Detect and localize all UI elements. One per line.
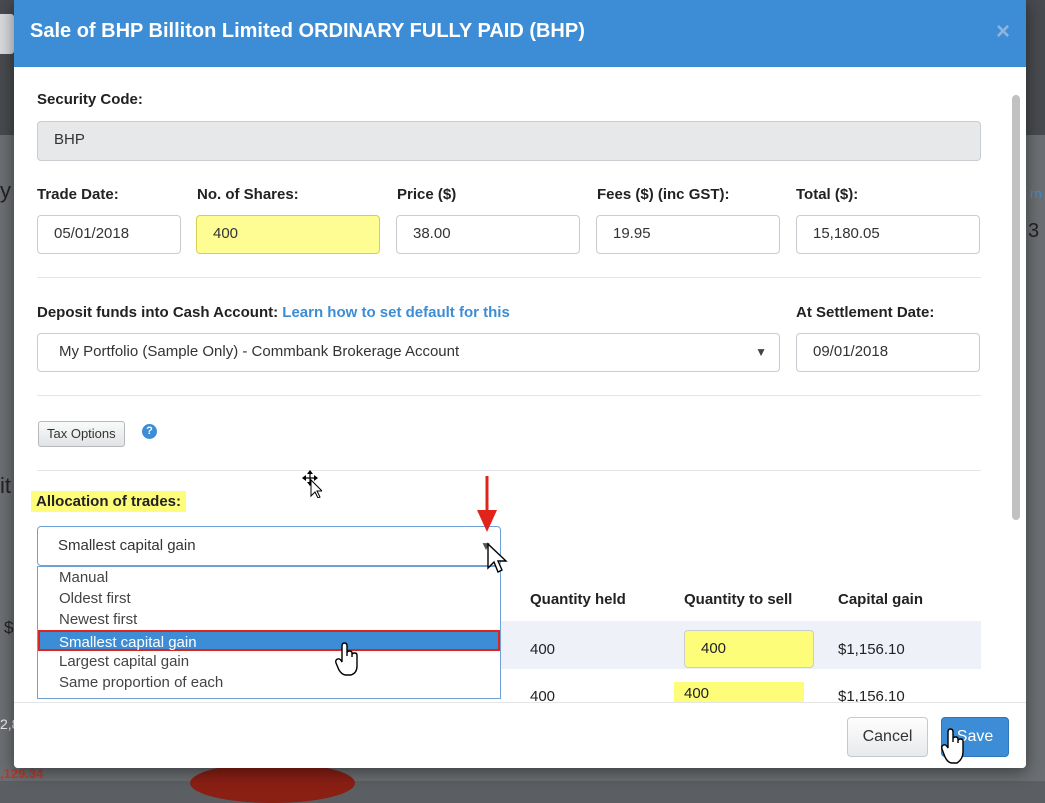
total-field[interactable]: 15,180.05 bbox=[796, 215, 980, 254]
background-text-fragment: $ bbox=[4, 618, 14, 637]
dropdown-option-oldest-first[interactable]: Oldest first bbox=[38, 588, 500, 609]
settlement-date-field[interactable]: 09/01/2018 bbox=[796, 333, 980, 372]
move-cursor-icon bbox=[302, 470, 322, 498]
chevron-down-icon: ▼ bbox=[755, 345, 767, 359]
security-code-label: Security Code: bbox=[37, 91, 143, 108]
background-text-fragment: 3 bbox=[1028, 220, 1040, 242]
arrow-cursor-icon bbox=[487, 542, 508, 573]
hand-cursor-icon bbox=[335, 642, 358, 676]
column-header-quantity-held: Quantity held bbox=[530, 591, 626, 608]
allocation-dropdown-list: Manual Oldest first Newest first Smalles… bbox=[37, 566, 501, 699]
shares-label: No. of Shares: bbox=[197, 186, 299, 203]
price-label: Price ($) bbox=[397, 186, 457, 203]
fees-field[interactable]: 19.95 bbox=[596, 215, 780, 254]
background-text-fragment: it bbox=[0, 473, 11, 498]
quantity-to-sell-input[interactable]: 400 bbox=[684, 630, 814, 668]
divider bbox=[37, 277, 981, 278]
total-label: Total ($): bbox=[796, 186, 859, 203]
divider bbox=[37, 470, 981, 471]
background-text-fragment: y bbox=[0, 178, 11, 203]
divider bbox=[37, 395, 981, 396]
tax-options-button[interactable]: Tax Options bbox=[38, 421, 125, 447]
hand-cursor-icon bbox=[941, 728, 964, 764]
dialog-header: Sale of BHP Billiton Limited ORDINARY FU… bbox=[14, 0, 1026, 67]
background-link-fragment: rn bbox=[1030, 186, 1042, 201]
dialog-footer: Cancel Save bbox=[14, 702, 1026, 768]
column-header-quantity-to-sell: Quantity to sell bbox=[684, 591, 793, 608]
dropdown-option-largest-capital-gain[interactable]: Largest capital gain bbox=[38, 651, 500, 672]
background-search-box bbox=[0, 14, 14, 54]
allocation-selected-value: Smallest capital gain bbox=[58, 537, 196, 554]
dropdown-option-manual[interactable]: Manual bbox=[38, 567, 500, 588]
deposit-label-text: Deposit funds into Cash Account: bbox=[37, 304, 279, 321]
dialog-title: Sale of BHP Billiton Limited ORDINARY FU… bbox=[30, 20, 585, 42]
sale-dialog: Sale of BHP Billiton Limited ORDINARY FU… bbox=[14, 0, 1026, 768]
trade-date-label: Trade Date: bbox=[37, 186, 119, 203]
dropdown-option-smallest-capital-gain[interactable]: Smallest capital gain bbox=[38, 630, 500, 651]
capital-gain-cell: $1,156.10 bbox=[838, 641, 905, 658]
help-icon[interactable]: ? bbox=[142, 424, 157, 439]
fees-label: Fees ($) (inc GST): bbox=[597, 186, 730, 203]
close-icon[interactable]: × bbox=[996, 18, 1010, 46]
quantity-held-cell: 400 bbox=[530, 641, 556, 658]
allocation-label: Allocation of trades: bbox=[31, 491, 187, 512]
deposit-label: Deposit funds into Cash Account: Learn h… bbox=[37, 304, 510, 321]
dropdown-option-newest-first[interactable]: Newest first bbox=[38, 609, 500, 630]
dialog-scrollbar[interactable] bbox=[1012, 95, 1020, 520]
background-chart-blob bbox=[190, 763, 355, 803]
security-code-field[interactable]: BHP bbox=[37, 121, 981, 161]
cancel-button[interactable]: Cancel bbox=[847, 717, 928, 757]
cash-account-value: My Portfolio (Sample Only) - Commbank Br… bbox=[59, 343, 460, 360]
settlement-label: At Settlement Date: bbox=[796, 304, 935, 321]
price-field[interactable]: 38.00 bbox=[396, 215, 580, 254]
dropdown-option-same-proportion[interactable]: Same proportion of each bbox=[38, 672, 500, 693]
allocation-select[interactable]: Smallest capital gain ▼ bbox=[37, 526, 501, 566]
cash-account-select[interactable]: My Portfolio (Sample Only) - Commbank Br… bbox=[37, 333, 780, 372]
background-red-value: ,129.34 bbox=[0, 766, 44, 781]
trade-date-field[interactable]: 05/01/2018 bbox=[37, 215, 181, 254]
learn-default-link[interactable]: Learn how to set default for this bbox=[282, 304, 510, 321]
shares-field[interactable]: 400 bbox=[196, 215, 380, 254]
column-header-capital-gain: Capital gain bbox=[838, 591, 924, 608]
red-arrow-annotation bbox=[477, 476, 497, 532]
